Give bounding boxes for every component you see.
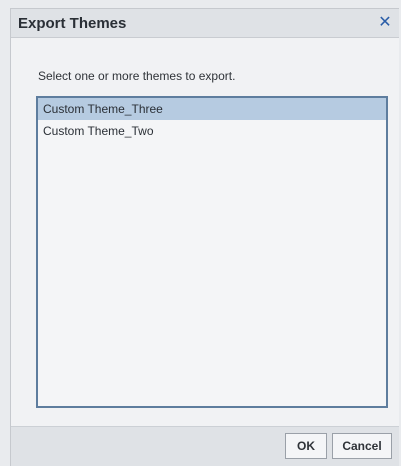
theme-listbox[interactable]: Custom Theme_Three Custom Theme_Two bbox=[36, 96, 388, 408]
dialog-titlebar: Export Themes ✕ bbox=[11, 9, 399, 38]
close-icon[interactable]: ✕ bbox=[375, 12, 395, 32]
instruction-text: Select one or more themes to export. bbox=[38, 69, 236, 83]
list-item-theme[interactable]: Custom Theme_Two bbox=[38, 120, 386, 142]
export-themes-dialog: Export Themes ✕ Select one or more theme… bbox=[10, 8, 399, 466]
dialog-footer: OK Cancel bbox=[11, 426, 399, 466]
dialog-title: Export Themes bbox=[18, 15, 127, 32]
ok-button[interactable]: OK bbox=[285, 433, 327, 459]
list-item-theme[interactable]: Custom Theme_Three bbox=[38, 98, 386, 120]
cancel-button[interactable]: Cancel bbox=[332, 433, 392, 459]
